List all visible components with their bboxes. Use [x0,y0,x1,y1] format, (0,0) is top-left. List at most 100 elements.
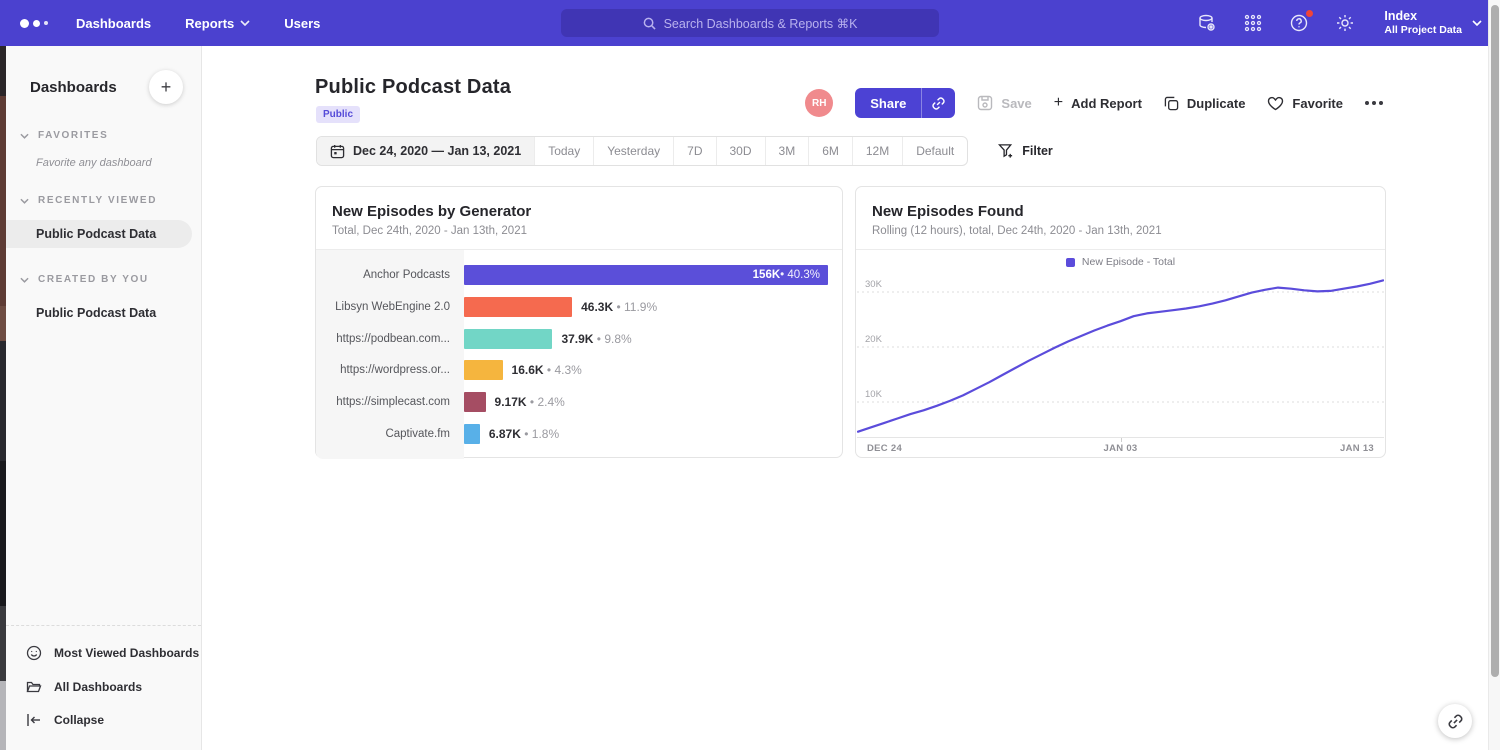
line-plot-area[interactable]: 30K 20K 10K [857,274,1384,437]
bar-fill[interactable] [464,297,572,317]
sidebar: Dashboards + FAVORITES Favorite any dash… [6,46,202,750]
public-badge: Public [316,106,360,123]
sidebar-footer: Most Viewed Dashboards All Dashboards Co… [6,625,201,744]
preset-today[interactable]: Today [534,137,593,165]
navbar-right: Index All Project Data [1196,0,1482,46]
preset-yesterday[interactable]: Yesterday [593,137,673,165]
section-created-by-you[interactable]: CREATED BY YOU [6,274,201,285]
bar-row[interactable]: https://wordpress.or... 16.6K4.3% [316,357,842,383]
link-icon [931,96,946,111]
chevron-down-icon [1472,20,1482,26]
add-dashboard-button[interactable]: + [149,70,183,104]
line-chart-title: New Episodes Found [872,203,1369,220]
all-dashboards-button[interactable]: All Dashboards [6,670,201,704]
smiley-icon [26,645,42,661]
preset-6m[interactable]: 6M [808,137,852,165]
copy-link-button[interactable] [921,88,955,118]
calendar-icon [330,144,345,159]
top-navbar: Dashboards Reports Users Search Dashboar… [0,0,1500,46]
bar-fill[interactable]: 156K40.3% [464,265,828,285]
preset-7d[interactable]: 7D [673,137,715,165]
most-viewed-dashboards-button[interactable]: Most Viewed Dashboards [6,636,201,670]
plus-icon: + [1054,94,1063,112]
chevron-down-icon [20,277,29,283]
bar-row[interactable]: https://podbean.com... 37.9K9.8% [316,326,842,352]
filter-button[interactable]: Filter [998,143,1053,159]
x-tick-mark [1121,438,1122,442]
favorites-empty-text: Favorite any dashboard [6,141,201,169]
help-icon[interactable] [1288,12,1310,34]
chevron-down-icon [240,20,250,26]
legend-swatch [1066,258,1075,267]
bar-chart-subtitle: Total, Dec 24th, 2020 - Jan 13th, 2021 [332,225,826,237]
section-favorites[interactable]: FAVORITES [6,130,201,141]
preset-3m[interactable]: 3M [765,137,809,165]
line-chart-card: New Episodes Found Rolling (12 hours), t… [855,186,1386,458]
sidebar-item-public-podcast-data-created[interactable]: Public Podcast Data [6,299,201,327]
avatar[interactable]: RH [805,89,833,117]
scrollbar-thumb[interactable] [1491,5,1499,677]
add-report-button[interactable]: + Add Report [1054,94,1142,112]
bar-fill[interactable] [464,329,552,349]
bar-fill[interactable] [464,360,503,380]
bar-fill[interactable] [464,392,486,412]
page-title: Public Podcast Data [315,76,511,99]
line-chart-subtitle: Rolling (12 hours), total, Dec 24th, 202… [872,225,1369,237]
header-actions: RH Share Save + Add Report Duplicate [805,88,1383,118]
date-toolbar: Dec 24, 2020 — Jan 13, 2021 Today Yester… [316,136,1053,166]
sidebar-title: Dashboards [30,79,117,96]
link-icon [1447,713,1464,730]
chevron-down-icon [20,198,29,204]
project-selector[interactable]: Index All Project Data [1384,9,1482,37]
nav-reports[interactable]: Reports [185,16,250,31]
funnel-plus-icon [998,143,1014,159]
x-label-jan13: JAN 13 [1340,443,1374,454]
y-tick-10k: 10K [865,389,882,400]
project-subtitle: All Project Data [1384,24,1462,37]
chart-legend[interactable]: New Episode - Total [856,250,1385,274]
preset-30d[interactable]: 30D [716,137,765,165]
bar-row[interactable]: https://simplecast.com 9.17K2.4% [316,389,842,415]
floating-link-button[interactable] [1438,704,1472,738]
duplicate-button[interactable]: Duplicate [1164,96,1246,111]
preset-12m[interactable]: 12M [852,137,902,165]
section-recently-viewed[interactable]: RECENTLY VIEWED [6,195,201,206]
heart-icon [1267,96,1284,111]
more-options-button[interactable] [1365,101,1383,105]
project-name: Index [1384,9,1462,24]
settings-gear-icon[interactable] [1334,12,1356,34]
mixpanel-logo-icon[interactable] [20,19,48,28]
preset-default[interactable]: Default [902,137,967,165]
nav-users[interactable]: Users [284,16,320,31]
line-series [858,280,1383,431]
bar-fill[interactable] [464,424,480,444]
x-axis: DEC 24 JAN 03 JAN 13 [857,437,1384,458]
bar-row[interactable]: Libsyn WebEngine 2.0 46.3K11.9% [316,294,842,320]
share-button[interactable]: Share [855,88,955,118]
vertical-scrollbar[interactable] [1488,0,1500,750]
bar-row[interactable]: Anchor Podcasts 156K40.3% [316,262,842,288]
copy-icon [1164,96,1179,111]
x-label-dec24: DEC 24 [867,443,902,454]
sidebar-item-public-podcast-data[interactable]: Public Podcast Data [6,220,192,248]
favorite-button[interactable]: Favorite [1267,96,1343,111]
x-label-jan03: JAN 03 [1103,443,1137,454]
collapse-sidebar-button[interactable]: Collapse [6,704,201,736]
date-range-picker[interactable]: Dec 24, 2020 — Jan 13, 2021 [317,137,534,165]
apps-grid-icon[interactable] [1242,12,1264,34]
bar-chart-card: New Episodes by Generator Total, Dec 24t… [315,186,843,458]
save-button[interactable]: Save [977,95,1031,111]
y-tick-30k: 30K [865,279,882,290]
nav-dashboards[interactable]: Dashboards [76,16,151,31]
legend-label: New Episode - Total [1082,256,1175,268]
bar-row[interactable]: Captivate.fm 6.87K1.8% [316,421,842,447]
folder-icon [26,679,42,695]
save-icon [977,95,993,111]
main-content: Public Podcast Data Public RH Share Save… [203,46,1488,750]
app-window: Dashboards Reports Users Search Dashboar… [0,0,1500,750]
bar-chart-title: New Episodes by Generator [332,203,826,220]
search-placeholder: Search Dashboards & Reports ⌘K [664,16,858,31]
y-tick-20k: 20K [865,334,882,345]
search-input[interactable]: Search Dashboards & Reports ⌘K [561,9,939,37]
data-management-icon[interactable] [1196,12,1218,34]
